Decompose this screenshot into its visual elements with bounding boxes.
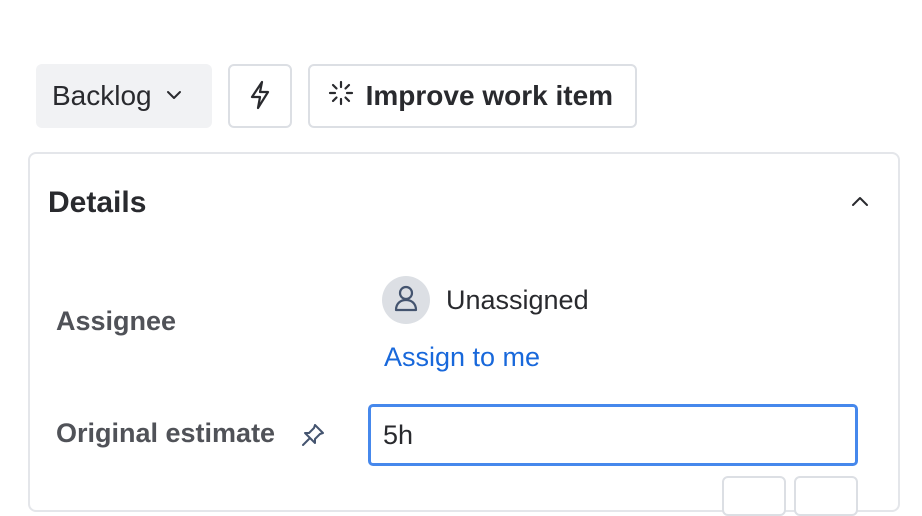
person-icon <box>393 284 419 317</box>
sparkle-loader-icon <box>328 80 354 113</box>
status-dropdown-button[interactable]: Backlog <box>36 64 212 128</box>
assignee-value: Unassigned <box>446 284 589 315</box>
original-estimate-label: Original estimate <box>56 418 276 448</box>
save-estimate-button[interactable] <box>722 476 786 516</box>
details-panel: Details Assignee Unassigned Assign to me… <box>28 152 900 516</box>
assignee-field[interactable]: Unassigned <box>382 276 589 324</box>
pin-icon[interactable] <box>298 420 328 450</box>
original-estimate-input[interactable] <box>368 404 858 466</box>
assignee-label: Assignee <box>56 306 177 336</box>
lightning-bolt-icon <box>246 80 274 113</box>
assign-to-me-link[interactable]: Assign to me <box>384 342 540 373</box>
chevron-up-icon <box>849 191 871 218</box>
status-label: Backlog <box>52 80 152 111</box>
cancel-estimate-button[interactable] <box>794 476 858 516</box>
collapse-details-button[interactable] <box>840 184 880 224</box>
details-title: Details <box>48 186 147 219</box>
improve-label: Improve work item <box>365 80 614 111</box>
improve-work-item-button[interactable]: Improve work item <box>307 64 638 128</box>
avatar <box>382 276 430 324</box>
automation-button[interactable] <box>227 64 292 128</box>
toolbar: Backlog Improve work item <box>36 64 638 128</box>
chevron-down-icon <box>164 80 184 112</box>
